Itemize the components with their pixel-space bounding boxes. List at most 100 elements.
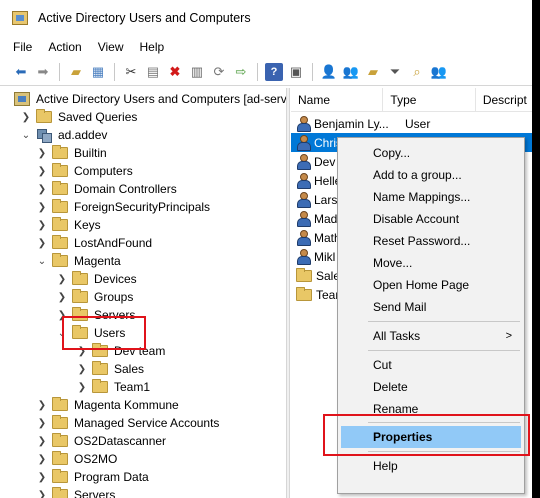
tree-item-managed-service-accounts[interactable]: ❯ Managed Service Accounts bbox=[36, 414, 219, 432]
tree-item-label: Domain Controllers bbox=[74, 182, 177, 196]
menu-item-label: All Tasks bbox=[373, 329, 421, 343]
forward-icon[interactable]: ➡ bbox=[34, 63, 52, 81]
tree-item-computers[interactable]: ❯ Computers bbox=[36, 162, 133, 180]
pane-splitter[interactable] bbox=[286, 88, 290, 498]
tree-root[interactable]: Active Directory Users and Computers [ad… bbox=[14, 90, 286, 108]
tree-item-magenta-kommune[interactable]: ❯ Magenta Kommune bbox=[36, 396, 179, 414]
tree-item-label: Builtin bbox=[74, 146, 107, 160]
new-group-icon[interactable]: 👥 bbox=[342, 63, 360, 81]
tree-item-team1[interactable]: ❯ Team1 bbox=[76, 378, 150, 396]
show-console-tree-icon[interactable]: ▦ bbox=[89, 63, 107, 81]
tree-item-program-data[interactable]: ❯ Program Data bbox=[36, 468, 149, 486]
filter-icon[interactable]: ⏷ bbox=[386, 63, 404, 81]
tree-item-builtin[interactable]: ❯ Builtin bbox=[36, 144, 107, 162]
folder-icon bbox=[52, 181, 68, 195]
folder-icon bbox=[52, 253, 68, 267]
chevron-down-icon[interactable]: ⌄ bbox=[36, 255, 48, 267]
menu-help[interactable]: Help bbox=[132, 40, 173, 54]
user-icon bbox=[296, 173, 311, 189]
title-bar: Active Directory Users and Computers bbox=[0, 0, 532, 36]
tree-item-os2datascanner[interactable]: ❯ OS2Datascanner bbox=[36, 432, 166, 450]
tree-item-magenta[interactable]: ⌄ Magenta bbox=[36, 252, 121, 270]
menu-item-disable-account[interactable]: Disable Account bbox=[340, 208, 522, 230]
chevron-right-icon[interactable]: ❯ bbox=[56, 291, 68, 303]
tree-item-label: Magenta bbox=[74, 254, 121, 268]
tree-item-label: Keys bbox=[74, 218, 101, 232]
tree-item-foreign-security-principals[interactable]: ❯ ForeignSecurityPrincipals bbox=[36, 198, 210, 216]
folder-icon bbox=[52, 469, 68, 483]
cut-icon[interactable]: ✂ bbox=[122, 63, 140, 81]
tree-item-domain-controllers[interactable]: ❯ Domain Controllers bbox=[36, 180, 177, 198]
window-title: Active Directory Users and Computers bbox=[38, 11, 251, 25]
adu-c-window: Active Directory Users and Computers Fil… bbox=[0, 0, 532, 498]
menu-item-all-tasks[interactable]: All Tasks > bbox=[340, 325, 522, 347]
user-icon bbox=[296, 211, 311, 227]
chevron-right-icon[interactable]: ❯ bbox=[36, 453, 48, 465]
menu-item-cut[interactable]: Cut bbox=[340, 354, 522, 376]
menu-item-delete[interactable]: Delete bbox=[340, 376, 522, 398]
add-to-group-icon[interactable]: 👥 bbox=[430, 63, 448, 81]
menu-action[interactable]: Action bbox=[40, 40, 89, 54]
chevron-right-icon[interactable]: ❯ bbox=[36, 147, 48, 159]
help-icon[interactable]: ? bbox=[265, 62, 283, 81]
menu-file[interactable]: File bbox=[0, 40, 40, 54]
chevron-right-icon[interactable]: ❯ bbox=[36, 471, 48, 483]
column-name[interactable]: Name bbox=[291, 88, 384, 112]
menu-item-open-home-page[interactable]: Open Home Page bbox=[340, 274, 522, 296]
paste-icon[interactable]: ▤ bbox=[144, 63, 162, 81]
chevron-right-icon[interactable]: ❯ bbox=[36, 201, 48, 213]
tree-item-servers-root[interactable]: ❯ Servers bbox=[36, 486, 115, 498]
menu-view[interactable]: View bbox=[90, 40, 132, 54]
new-ou-icon[interactable]: ▰ bbox=[364, 63, 382, 81]
tree-item-label: Devices bbox=[94, 272, 137, 286]
tree-item-os2mo[interactable]: ❯ OS2MO bbox=[36, 450, 117, 468]
column-description[interactable]: Descript bbox=[476, 88, 532, 112]
refresh-icon[interactable]: ⟳ bbox=[210, 63, 228, 81]
menu-item-reset-password[interactable]: Reset Password... bbox=[340, 230, 522, 252]
list-header: Name Type Descript bbox=[291, 88, 532, 112]
tree-item-saved-queries[interactable]: ❯ Saved Queries bbox=[20, 108, 137, 126]
column-type[interactable]: Type bbox=[383, 88, 476, 112]
tree-item-domain[interactable]: ⌄ ad.addev bbox=[20, 126, 107, 144]
adu-c-icon bbox=[14, 92, 30, 106]
new-user-icon[interactable]: 👤 bbox=[320, 63, 338, 81]
tree-item-devices[interactable]: ❯ Devices bbox=[56, 270, 137, 288]
chevron-right-icon[interactable]: ❯ bbox=[36, 219, 48, 231]
menu-item-move[interactable]: Move... bbox=[340, 252, 522, 274]
menu-item-name-mappings[interactable]: Name Mappings... bbox=[340, 186, 522, 208]
folder-icon bbox=[72, 271, 88, 285]
chevron-right-icon[interactable]: ❯ bbox=[36, 237, 48, 249]
tree-item-keys[interactable]: ❯ Keys bbox=[36, 216, 101, 234]
tree-item-groups[interactable]: ❯ Groups bbox=[56, 288, 133, 306]
find-icon[interactable]: ⌕ bbox=[408, 63, 426, 81]
delete-icon[interactable]: ✖ bbox=[166, 63, 184, 81]
tree-root-label: Active Directory Users and Computers [ad… bbox=[36, 92, 286, 106]
menu-item-send-mail[interactable]: Send Mail bbox=[340, 296, 522, 318]
user-icon bbox=[296, 249, 311, 265]
chevron-right-icon[interactable]: ❯ bbox=[36, 183, 48, 195]
chevron-right-icon[interactable]: ❯ bbox=[36, 417, 48, 429]
chevron-right-icon[interactable]: ❯ bbox=[76, 363, 88, 375]
menu-item-add-to-group[interactable]: Add to a group... bbox=[340, 164, 522, 186]
chevron-right-icon[interactable]: ❯ bbox=[56, 273, 68, 285]
chevron-right-icon[interactable]: ❯ bbox=[76, 381, 88, 393]
chevron-right-icon[interactable]: ❯ bbox=[36, 435, 48, 447]
export-list-icon[interactable]: ⇨ bbox=[232, 63, 250, 81]
tree-item-lost-and-found[interactable]: ❯ LostAndFound bbox=[36, 234, 152, 252]
back-icon[interactable]: ⬅ bbox=[12, 63, 30, 81]
up-folder-icon[interactable]: ▰ bbox=[67, 63, 85, 81]
chevron-right-icon[interactable]: ❯ bbox=[36, 165, 48, 177]
tree-item-sales[interactable]: ❯ Sales bbox=[76, 360, 144, 378]
list-item[interactable]: Benjamin Ly... User bbox=[291, 114, 532, 133]
chevron-right-icon[interactable]: ❯ bbox=[36, 399, 48, 411]
domain-icon bbox=[36, 128, 52, 143]
tree-item-label: Computers bbox=[74, 164, 133, 178]
tree-item-label: Managed Service Accounts bbox=[74, 416, 220, 430]
chevron-right-icon[interactable]: ❯ bbox=[36, 489, 48, 498]
menu-item-help[interactable]: Help bbox=[340, 455, 522, 477]
menu-item-copy[interactable]: Copy... bbox=[340, 142, 522, 164]
chevron-right-icon[interactable]: ❯ bbox=[20, 111, 32, 123]
chevron-down-icon[interactable]: ⌄ bbox=[20, 129, 32, 141]
console-icon[interactable]: ▣ bbox=[287, 63, 305, 81]
properties-icon[interactable]: ▥ bbox=[188, 63, 206, 81]
